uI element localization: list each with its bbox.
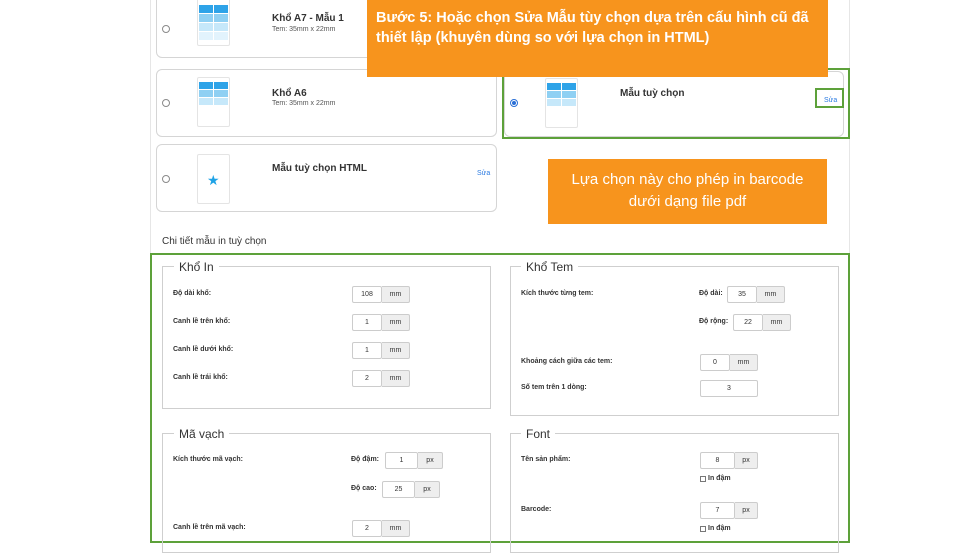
unit-addon: mm xyxy=(382,370,410,387)
unit-addon: mm xyxy=(382,342,410,359)
label-count-per-row: Số tem trên 1 dòng: xyxy=(521,384,587,391)
font-fieldset xyxy=(510,433,839,553)
product-bold-checkbox[interactable]: In đậm xyxy=(700,475,731,482)
product-font-size-input[interactable]: 8 xyxy=(700,452,735,469)
label-width: Độ rộng: xyxy=(699,318,729,325)
kho-in-legend: Khổ In xyxy=(174,260,219,274)
unit-addon: mm xyxy=(730,354,758,371)
kho-in-fieldset xyxy=(162,266,491,409)
kho-in-length-input[interactable]: 108 xyxy=(352,286,382,303)
template-thumbnail xyxy=(197,77,230,127)
template-title: Khổ A7 - Mẫu 1 xyxy=(272,13,344,24)
barcode-bold-checkbox[interactable]: In đậm xyxy=(700,525,731,532)
label-height: Độ cao: xyxy=(351,485,377,492)
kho-in-left-margin-input[interactable]: 2 xyxy=(352,370,382,387)
font-legend: Font xyxy=(521,427,556,441)
tem-gap-input[interactable]: 0 xyxy=(700,354,730,371)
radio-a7[interactable] xyxy=(162,25,170,33)
unit-addon: mm xyxy=(382,286,410,303)
edit-html-link[interactable]: Sửa xyxy=(477,170,490,177)
kho-tem-fieldset xyxy=(510,266,839,416)
checkbox-label: In đậm xyxy=(708,475,731,482)
kho-in-label: Canh lề trên khổ: xyxy=(173,318,231,325)
star-icon: ★ xyxy=(207,172,220,188)
pdf-callout: Lựa chọn này cho phép in barcode dưới dạ… xyxy=(548,159,827,224)
section-title: Chi tiết mẫu in tuỳ chọn xyxy=(162,236,267,247)
template-thumbnail xyxy=(197,0,230,46)
unit-addon: px xyxy=(415,481,440,498)
barcode-font-size-input[interactable]: 7 xyxy=(700,502,735,519)
checkbox-label: In đậm xyxy=(708,525,731,532)
tem-width-input[interactable]: 22 xyxy=(733,314,763,331)
step5-callout: Bước 5: Hoặc chọn Sửa Mẫu tùy chọn dựa t… xyxy=(367,0,828,77)
highlight-custom-card xyxy=(502,68,850,139)
template-card-html[interactable]: ★ Mẫu tuỳ chọn HTML Sửa xyxy=(156,144,497,212)
kho-in-label: Canh lề trái khổ: xyxy=(173,374,228,381)
unit-addon: px xyxy=(418,452,443,469)
unit-addon: mm xyxy=(382,314,410,331)
template-thumbnail: ★ xyxy=(197,154,230,204)
kho-in-top-margin-input[interactable]: 1 xyxy=(352,314,382,331)
template-title: Khổ A6 xyxy=(272,88,307,99)
radio-html[interactable] xyxy=(162,175,170,183)
tem-length-input[interactable]: 35 xyxy=(727,286,757,303)
radio-a6[interactable] xyxy=(162,99,170,107)
unit-addon: mm xyxy=(382,520,410,537)
template-card-a6[interactable]: Khổ A6 Tem: 35mm x 22mm xyxy=(156,69,497,137)
label-length: Độ dài: xyxy=(699,290,723,297)
label-product-name: Tên sản phẩm: xyxy=(521,456,571,463)
label-barcode-top-margin: Canh lề trên mã vạch: xyxy=(173,524,246,531)
template-size: Tem: 35mm x 22mm xyxy=(272,26,336,33)
template-title: Mẫu tuỳ chọn HTML xyxy=(272,163,367,174)
checkbox-box[interactable] xyxy=(700,525,706,532)
highlight-edit-button xyxy=(815,88,844,108)
ma-vach-legend: Mã vạch xyxy=(174,427,230,441)
label-barcode-font: Barcode: xyxy=(521,506,552,513)
unit-addon: mm xyxy=(763,314,791,331)
label-size-per-label: Kích thước từng tem: xyxy=(521,290,594,297)
barcode-top-margin-input[interactable]: 2 xyxy=(352,520,382,537)
label-gap: Khoảng cách giữa các tem: xyxy=(521,358,613,365)
checkbox-box[interactable] xyxy=(700,475,706,482)
kho-in-bottom-margin-input[interactable]: 1 xyxy=(352,342,382,359)
template-size: Tem: 35mm x 22mm xyxy=(272,100,336,107)
barcode-thickness-input[interactable]: 1 xyxy=(385,452,418,469)
unit-addon: px xyxy=(735,452,758,469)
unit-addon: px xyxy=(735,502,758,519)
kho-in-label: Độ dài khổ: xyxy=(173,290,212,297)
ma-vach-fieldset xyxy=(162,433,491,553)
label-thickness: Độ đậm: xyxy=(351,456,379,463)
label-barcode-size: Kích thước mã vạch: xyxy=(173,456,243,463)
kho-in-label: Canh lề dưới khổ: xyxy=(173,346,234,353)
kho-tem-legend: Khổ Tem xyxy=(521,260,579,274)
barcode-height-input[interactable]: 25 xyxy=(382,481,415,498)
tem-count-input[interactable]: 3 xyxy=(700,380,758,397)
unit-addon: mm xyxy=(757,286,785,303)
